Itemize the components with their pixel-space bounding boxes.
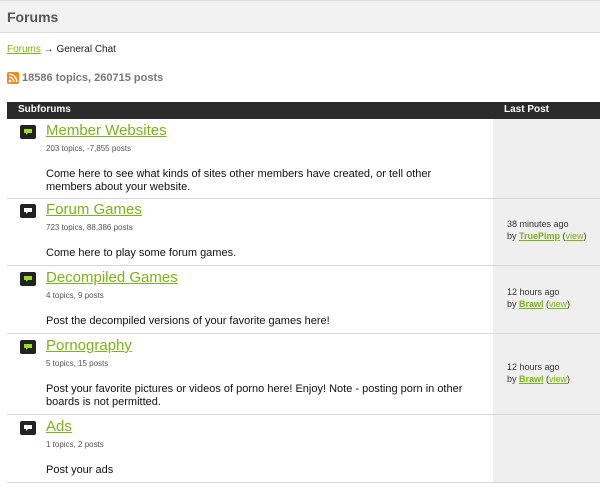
forum-row-ads: Ads 1 topics, 2 posts Post your ads: [7, 415, 600, 483]
rss-icon[interactable]: [7, 72, 19, 84]
forum-description: Post your ads: [46, 464, 114, 476]
last-post-by: by TruePimp (view): [507, 231, 587, 241]
page-header: Forums: [0, 0, 600, 33]
breadcrumb-current: General Chat: [56, 44, 116, 55]
last-post-time: 38 minutes ago: [507, 219, 569, 229]
forum-meta: 4 topics, 9 posts: [46, 291, 104, 300]
last-post-cell: [493, 119, 600, 198]
last-post-time: 12 hours ago: [507, 362, 560, 372]
forum-row-member-websites: Member Websites 203 topics, -7,855 posts…: [7, 119, 600, 199]
last-post-by-prefix: by: [507, 374, 520, 384]
breadcrumb-forums-link[interactable]: Forums: [7, 44, 41, 55]
breadcrumb-separator: →: [40, 44, 57, 55]
last-post-user-link[interactable]: TruePimp: [519, 231, 560, 241]
forum-new-posts-icon: [20, 272, 36, 286]
forum-description: Come here to play some forum games.: [46, 247, 237, 259]
last-post-time: 12 hours ago: [507, 287, 560, 297]
forum-row-forum-games: Forum Games 723 topics, 88,386 posts Com…: [7, 199, 600, 266]
forum-meta: 1 topics, 2 posts: [46, 440, 104, 449]
forum-icon: [20, 421, 36, 435]
stats-text: 18586 topics, 260715 posts: [22, 72, 164, 84]
forum-icon: [20, 204, 36, 218]
last-post-by-prefix: by: [507, 231, 520, 241]
forum-meta: 203 topics, -7,855 posts: [46, 144, 131, 153]
forum-title-link[interactable]: Pornography: [46, 337, 132, 354]
forum-description: Post the decompiled versions of your fav…: [46, 315, 330, 327]
forum-description: Come here to see what kinds of sites oth…: [46, 168, 432, 193]
forum-stats: 18586 topics, 260715 posts: [7, 72, 163, 84]
last-post-by-prefix: by: [507, 299, 520, 309]
breadcrumb: Forums → General Chat: [7, 44, 116, 55]
col-last-post: Last Post: [504, 104, 550, 115]
last-post-view-link[interactable]: view: [549, 374, 567, 384]
forum-title-link[interactable]: Forum Games: [46, 201, 142, 218]
forum-meta: 5 topics, 15 posts: [46, 359, 109, 368]
forum-new-posts-icon: [20, 340, 36, 354]
last-post-view-link[interactable]: view: [566, 231, 584, 241]
last-post-cell: [493, 415, 600, 482]
forum-title-link[interactable]: Ads: [46, 418, 72, 435]
forum-title-link[interactable]: Decompiled Games: [46, 269, 178, 286]
last-post-by: by Brawl (view): [507, 299, 571, 309]
forum-row-decompiled-games: Decompiled Games 4 topics, 9 posts Post …: [7, 266, 600, 334]
forum-title-link[interactable]: Member Websites: [46, 122, 167, 139]
last-post-by: by Brawl (view): [507, 374, 571, 384]
col-subforums: Subforums: [18, 104, 71, 115]
last-post-view-link[interactable]: view: [549, 299, 567, 309]
last-post-user-link[interactable]: Brawl: [519, 299, 544, 309]
table-header: Subforums Last Post: [7, 102, 600, 119]
last-post-user-link[interactable]: Brawl: [519, 374, 544, 384]
forum-meta: 723 topics, 88,386 posts: [46, 223, 133, 232]
page-title: Forums: [7, 9, 59, 25]
forum-row-pornography: Pornography 5 topics, 15 posts Post your…: [7, 334, 600, 415]
forum-description: Post your favorite pictures or videos of…: [46, 383, 463, 408]
forum-new-posts-icon: [20, 125, 36, 139]
subforums-table: Subforums Last Post Member Websites 203 …: [7, 102, 600, 483]
